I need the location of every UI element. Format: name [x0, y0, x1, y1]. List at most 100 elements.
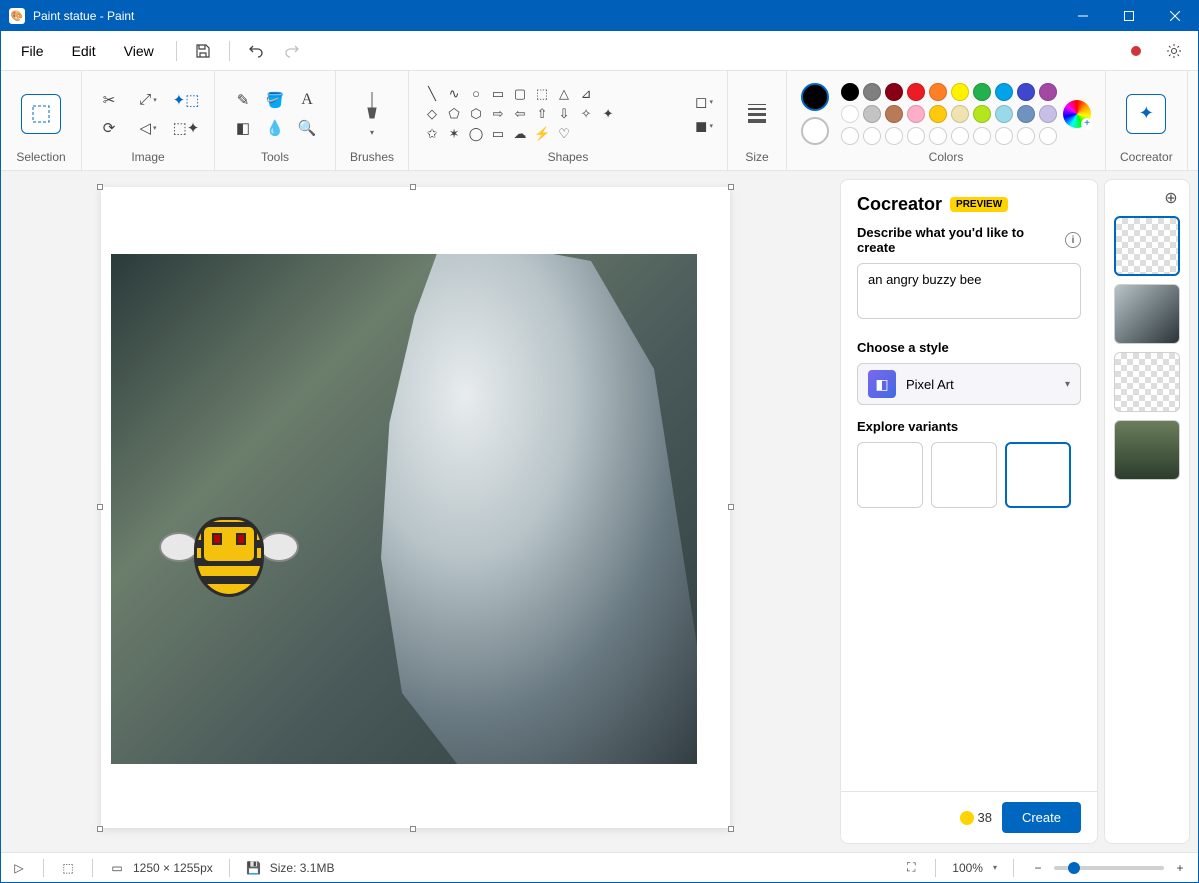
rotate-tool[interactable]: ⟳: [96, 116, 124, 140]
resize-tool[interactable]: ⤢▾: [134, 88, 162, 112]
canvas[interactable]: [101, 187, 730, 828]
menu-view[interactable]: View: [112, 37, 166, 65]
image-gen-tool[interactable]: ✦⬚: [172, 88, 200, 112]
variant-1[interactable]: [857, 442, 923, 508]
color-swatch[interactable]: [885, 83, 903, 101]
color-swatch[interactable]: [863, 83, 881, 101]
color-swatch-empty[interactable]: [929, 127, 947, 145]
menu-edit[interactable]: Edit: [60, 37, 108, 65]
color-swatch[interactable]: [1039, 83, 1057, 101]
layer-thumb-4[interactable]: [1114, 420, 1180, 480]
cursor-icon: ▷: [11, 861, 27, 875]
zoom-out-button[interactable]: −: [1030, 861, 1046, 875]
chevron-down-icon: ▾: [1065, 379, 1070, 390]
layer-thumb-1[interactable]: [1114, 216, 1180, 276]
zoom-slider[interactable]: [1054, 866, 1164, 870]
shape-fill-dropdown[interactable]: ◼▾: [695, 117, 713, 135]
eraser-tool[interactable]: ◧: [229, 116, 257, 140]
color-swatch[interactable]: [1039, 105, 1057, 123]
menu-file[interactable]: File: [9, 37, 56, 65]
layer-thumb-2[interactable]: [1114, 284, 1180, 344]
shapes-gallery[interactable]: ╲∿○▭▢⬚△⊿ ◇⬠⬡⇨⇦⇧⇩✧✦ ✩✶◯▭☁⚡♡: [423, 85, 683, 143]
ribbon-group-colors: Colors: [787, 71, 1106, 170]
shape-outline-dropdown[interactable]: ◻▾: [695, 93, 713, 111]
color-swatch[interactable]: [907, 105, 925, 123]
ribbon-group-tools: ✎ 🪣 A ◧ 💧 🔍 Tools: [215, 71, 336, 170]
remove-bg-tool[interactable]: ⬚✦: [172, 116, 200, 140]
style-value: Pixel Art: [906, 377, 954, 392]
layers-panel: ⊕: [1104, 179, 1190, 844]
color-swatch-empty[interactable]: [863, 127, 881, 145]
ribbon-group-selection: Selection: [1, 71, 82, 170]
fill-tool[interactable]: 🪣: [261, 88, 289, 112]
pencil-tool[interactable]: ✎: [229, 88, 257, 112]
close-button[interactable]: [1152, 1, 1198, 31]
color-swatch-empty[interactable]: [885, 127, 903, 145]
zoom-level: 100%: [952, 861, 983, 875]
color-swatch[interactable]: [951, 105, 969, 123]
canvas-area[interactable]: [1, 171, 840, 852]
primary-color[interactable]: [801, 83, 829, 111]
color-swatch[interactable]: [973, 105, 991, 123]
color-swatch[interactable]: [951, 83, 969, 101]
info-icon[interactable]: i: [1065, 232, 1081, 248]
color-swatch-empty[interactable]: [995, 127, 1013, 145]
size-dropdown[interactable]: [742, 98, 772, 129]
color-swatch-empty[interactable]: [951, 127, 969, 145]
maximize-button[interactable]: [1106, 1, 1152, 31]
color-swatch[interactable]: [1017, 83, 1035, 101]
color-swatch-empty[interactable]: [973, 127, 991, 145]
layer-thumb-3[interactable]: [1114, 352, 1180, 412]
workspace: Cocreator PREVIEW Describe what you'd li…: [1, 171, 1198, 852]
cocreator-button[interactable]: ✦: [1120, 90, 1172, 138]
variants-label: Explore variants: [857, 419, 1081, 434]
color-swatch[interactable]: [841, 83, 859, 101]
flip-tool[interactable]: ◁▾: [134, 116, 162, 140]
color-swatch[interactable]: [863, 105, 881, 123]
variant-2[interactable]: [931, 442, 997, 508]
color-palette: [841, 83, 1057, 145]
color-swatch[interactable]: [995, 83, 1013, 101]
selection-tool[interactable]: [15, 90, 67, 138]
eyedropper-tool[interactable]: 💧: [261, 116, 289, 140]
secondary-color[interactable]: [801, 117, 829, 145]
redo-button[interactable]: [276, 36, 308, 66]
record-indicator[interactable]: [1120, 36, 1152, 66]
canvas-content: [111, 254, 697, 764]
color-swatch[interactable]: [885, 105, 903, 123]
color-swatch-empty[interactable]: [907, 127, 925, 145]
create-button[interactable]: Create: [1002, 802, 1081, 833]
undo-button[interactable]: [240, 36, 272, 66]
color-swatch[interactable]: [973, 83, 991, 101]
crop-tool[interactable]: ✂: [96, 88, 124, 112]
variant-3[interactable]: [1005, 442, 1071, 508]
selection-size-icon: ⬚: [60, 861, 76, 875]
color-swatch[interactable]: [995, 105, 1013, 123]
color-swatch-empty[interactable]: [1017, 127, 1035, 145]
magnifier-tool[interactable]: 🔍: [293, 116, 321, 140]
save-button[interactable]: [187, 36, 219, 66]
color-swatch-empty[interactable]: [1039, 127, 1057, 145]
fit-screen-icon[interactable]: ⛶: [903, 860, 919, 875]
add-layer-button[interactable]: ⊕: [1161, 188, 1181, 208]
ribbon-group-layers: Layers: [1188, 71, 1199, 170]
zoom-in-button[interactable]: +: [1172, 861, 1188, 875]
prompt-input[interactable]: [857, 263, 1081, 319]
cocreator-title: Cocreator: [857, 194, 942, 215]
cocreator-panel: Cocreator PREVIEW Describe what you'd li…: [840, 179, 1098, 844]
settings-button[interactable]: [1158, 36, 1190, 66]
brushes-dropdown[interactable]: ▾: [353, 86, 391, 141]
edit-colors-button[interactable]: [1063, 100, 1091, 128]
style-dropdown[interactable]: ◧ Pixel Art ▾: [857, 363, 1081, 405]
minimize-button[interactable]: [1060, 1, 1106, 31]
color-swatch[interactable]: [907, 83, 925, 101]
color-swatch[interactable]: [841, 105, 859, 123]
text-tool[interactable]: A: [293, 88, 321, 112]
color-swatch[interactable]: [929, 105, 947, 123]
color-swatch[interactable]: [929, 83, 947, 101]
color-swatch-empty[interactable]: [841, 127, 859, 145]
statue-figure: [297, 254, 697, 764]
canvas-size-icon: ▭: [109, 861, 125, 875]
color-swatch[interactable]: [1017, 105, 1035, 123]
ribbon-group-shapes: ╲∿○▭▢⬚△⊿ ◇⬠⬡⇨⇦⇧⇩✧✦ ✩✶◯▭☁⚡♡ ◻▾ ◼▾ Shapes: [409, 71, 728, 170]
